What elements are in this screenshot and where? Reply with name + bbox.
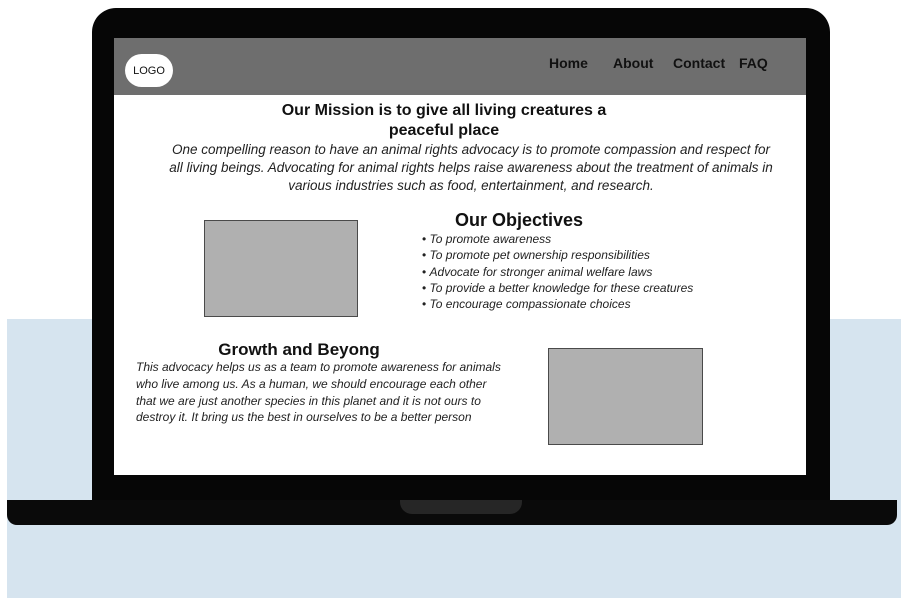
- objectives-list: To promote awareness To promote pet owne…: [422, 231, 762, 312]
- mission-title-line-1: Our Mission is to give all living creatu…: [281, 102, 607, 119]
- image-placeholder-objectives: [204, 220, 358, 317]
- objective-item: To promote awareness: [422, 231, 762, 247]
- nav-home-link[interactable]: Home: [549, 55, 588, 71]
- nav-about-link[interactable]: About: [613, 55, 653, 71]
- mission-title-line-2: peaceful place: [388, 122, 500, 139]
- objective-item: To provide a better knowledge for these …: [422, 280, 762, 296]
- nav-contact-link[interactable]: Contact: [673, 55, 725, 71]
- objectives-title: Our Objectives: [454, 210, 584, 230]
- growth-text: This advocacy helps us as a team to prom…: [136, 360, 501, 425]
- growth-title: Growth and Beyong: [218, 340, 380, 359]
- laptop-screen: LOGO Home About Contact FAQ Our Mission …: [114, 38, 806, 475]
- image-placeholder-growth: [548, 348, 703, 445]
- navbar: LOGO Home About Contact FAQ: [114, 38, 806, 95]
- objective-item: Advocate for stronger animal welfare law…: [422, 264, 762, 280]
- nav-faq-link[interactable]: FAQ: [739, 55, 768, 71]
- mission-text: One compelling reason to have an animal …: [169, 142, 773, 193]
- mission-title: Our Mission is to give all living creatu…: [244, 101, 644, 141]
- logo[interactable]: LOGO: [125, 54, 173, 87]
- objective-item: To promote pet ownership responsibilitie…: [422, 247, 762, 263]
- objective-item: To encourage compassionate choices: [422, 296, 762, 312]
- laptop-notch: [400, 500, 522, 514]
